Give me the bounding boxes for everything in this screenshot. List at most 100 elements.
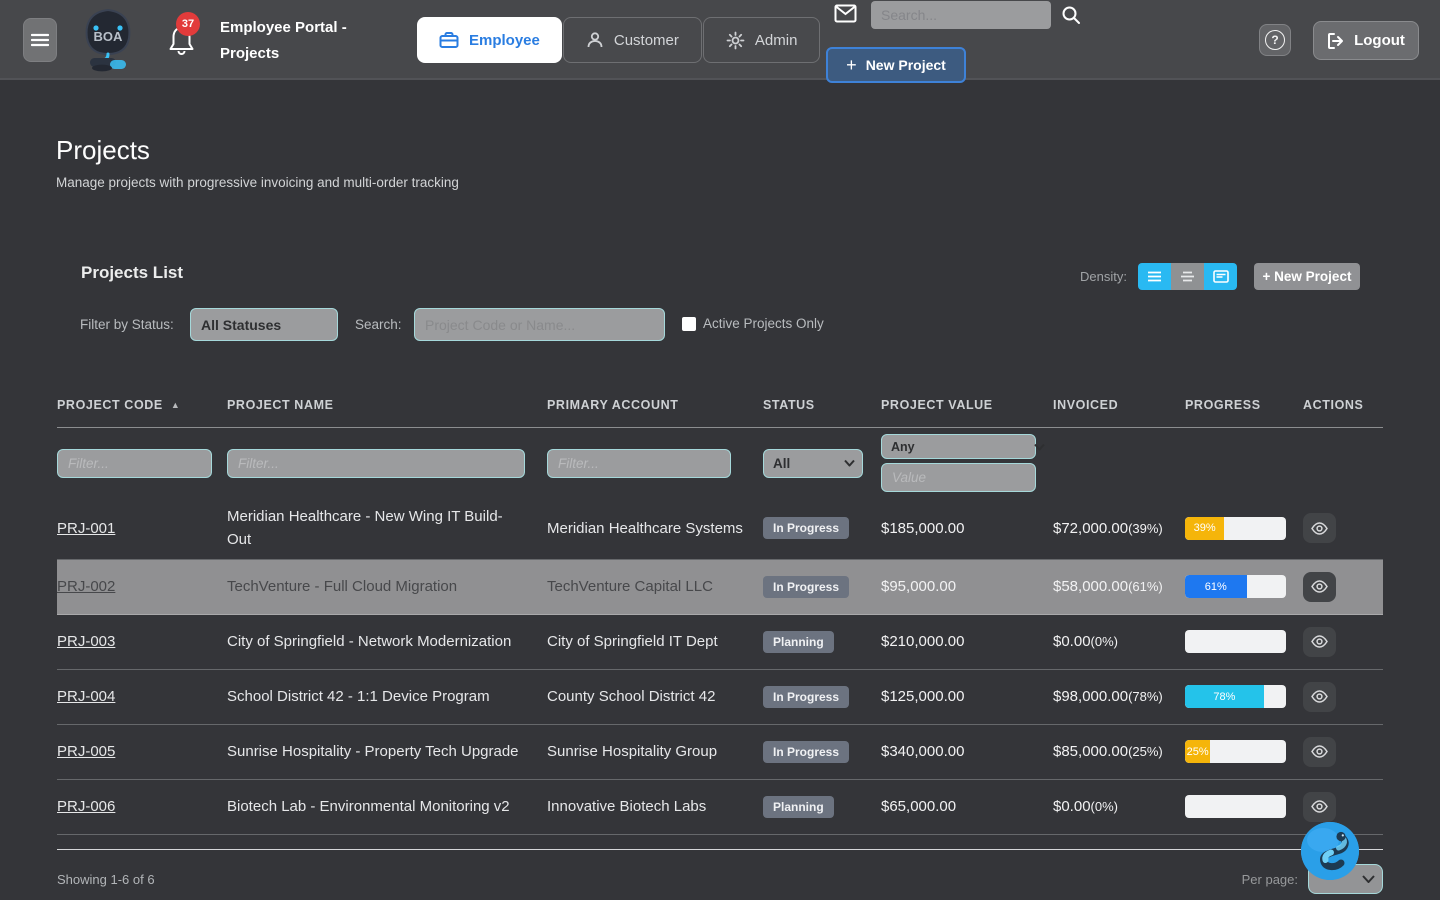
plus-icon: + xyxy=(846,55,857,76)
projects-list-title: Projects List xyxy=(81,263,183,283)
eye-icon xyxy=(1311,745,1328,758)
snake-fab-icon xyxy=(1301,822,1359,880)
briefcase-icon xyxy=(439,31,459,49)
notification-count-badge: 37 xyxy=(176,12,200,36)
table-row[interactable]: PRJ-001 Meridian Healthcare - New Wing I… xyxy=(57,498,1383,560)
global-search-input[interactable] xyxy=(871,1,1051,29)
project-value: $210,000.00 xyxy=(881,633,1053,650)
account-column-filter-input[interactable] xyxy=(547,449,731,478)
progress-bar: 61% xyxy=(1185,575,1286,598)
view-project-button[interactable] xyxy=(1303,682,1336,712)
project-code-link[interactable]: PRJ-005 xyxy=(57,743,115,760)
eye-icon xyxy=(1311,635,1328,648)
view-project-button[interactable] xyxy=(1303,792,1336,822)
density-label: Density: xyxy=(1080,269,1127,284)
project-code-link[interactable]: PRJ-002 xyxy=(57,578,115,595)
view-project-button[interactable] xyxy=(1303,572,1336,602)
column-header-project-code[interactable]: PROJECT CODE ▲ xyxy=(57,398,227,412)
primary-account: TechVenture Capital LLC xyxy=(547,575,763,598)
help-button[interactable]: ? xyxy=(1259,24,1291,56)
page-title: Projects xyxy=(56,135,150,166)
status-badge: In Progress xyxy=(763,686,849,708)
tab-customer[interactable]: Customer xyxy=(563,17,702,63)
project-name: Biotech Lab - Environmental Monitoring v… xyxy=(227,795,547,818)
tab-employee[interactable]: Employee xyxy=(417,17,562,63)
table-filter-row: All Any xyxy=(57,428,1383,498)
primary-account: Sunrise Hospitality Group xyxy=(547,740,763,763)
table-row[interactable]: PRJ-002 TechVenture - Full Cloud Migrati… xyxy=(57,560,1383,615)
status-column-filter-select[interactable]: All xyxy=(763,449,863,478)
project-code-link[interactable]: PRJ-003 xyxy=(57,633,115,650)
invoiced-value: $0.00(0%) xyxy=(1053,798,1185,815)
status-badge: Planning xyxy=(763,796,834,818)
project-search-input[interactable] xyxy=(414,308,665,341)
person-icon xyxy=(586,31,604,49)
column-header-invoiced[interactable]: INVOICED xyxy=(1053,398,1185,412)
new-project-label: New Project xyxy=(866,57,946,73)
projects-table: PROJECT CODE ▲ PROJECT NAME PRIMARY ACCO… xyxy=(57,398,1383,895)
mail-icon[interactable] xyxy=(834,4,857,23)
name-column-filter-input[interactable] xyxy=(227,449,525,478)
view-project-button[interactable] xyxy=(1303,737,1336,767)
logout-button[interactable]: Logout xyxy=(1313,21,1419,60)
per-page-label: Per page: xyxy=(1242,872,1298,887)
new-project-button-header[interactable]: + New Project xyxy=(826,47,966,83)
project-code-link[interactable]: PRJ-004 xyxy=(57,688,115,705)
column-header-actions: ACTIONS xyxy=(1303,398,1373,412)
primary-account: Innovative Biotech Labs xyxy=(547,795,763,818)
progress-bar xyxy=(1185,795,1286,818)
tab-admin[interactable]: Admin xyxy=(703,17,821,63)
primary-account: City of Springfield IT Dept xyxy=(547,630,763,653)
list-lines-icon xyxy=(1147,271,1162,282)
value-operator-select[interactable]: Any xyxy=(881,434,1036,459)
status-badge: In Progress xyxy=(763,576,849,598)
table-row[interactable]: PRJ-005 Sunrise Hospitality - Property T… xyxy=(57,725,1383,780)
svg-text:BOA: BOA xyxy=(94,29,124,44)
invoiced-value: $58,000.00(61%) xyxy=(1053,578,1185,595)
brand-logo: BOA xyxy=(80,8,136,72)
table-row[interactable]: PRJ-003 City of Springfield - Network Mo… xyxy=(57,615,1383,670)
project-value: $340,000.00 xyxy=(881,743,1053,760)
search-icon[interactable] xyxy=(1061,5,1081,25)
progress-bar: 25% xyxy=(1185,740,1286,763)
view-project-button[interactable] xyxy=(1303,513,1336,543)
project-code-link[interactable]: PRJ-001 xyxy=(57,520,115,537)
column-header-project-name[interactable]: PROJECT NAME xyxy=(227,398,547,412)
table-header-row: PROJECT CODE ▲ PROJECT NAME PRIMARY ACCO… xyxy=(57,398,1383,428)
new-project-button-list[interactable]: + New Project xyxy=(1254,263,1360,290)
project-code-link[interactable]: PRJ-006 xyxy=(57,798,115,815)
table-row[interactable]: PRJ-006 Biotech Lab - Environmental Moni… xyxy=(57,780,1383,835)
view-project-button[interactable] xyxy=(1303,627,1336,657)
column-header-primary-account[interactable]: PRIMARY ACCOUNT xyxy=(547,398,763,412)
density-compact-button[interactable] xyxy=(1138,263,1171,290)
code-column-filter-input[interactable] xyxy=(57,449,212,478)
invoiced-value: $85,000.00(25%) xyxy=(1053,743,1185,760)
filter-by-status-label: Filter by Status: xyxy=(80,317,174,332)
density-normal-button[interactable] xyxy=(1171,263,1204,290)
active-projects-checkbox[interactable] xyxy=(682,317,696,331)
invoiced-value: $98,000.00(78%) xyxy=(1053,688,1185,705)
column-header-project-value[interactable]: PROJECT VALUE xyxy=(881,398,1053,412)
tab-label: Employee xyxy=(469,32,540,49)
table-row[interactable]: PRJ-004 School District 42 - 1:1 Device … xyxy=(57,670,1383,725)
density-toggle-group xyxy=(1138,263,1237,290)
density-card-button[interactable] xyxy=(1204,263,1237,290)
project-value: $95,000.00 xyxy=(881,578,1053,595)
portal-tab-group: Employee Customer Admin xyxy=(417,17,820,63)
tab-label: Admin xyxy=(755,32,798,49)
hamburger-menu-button[interactable] xyxy=(23,18,57,62)
column-header-status[interactable]: STATUS xyxy=(763,398,881,412)
column-header-progress[interactable]: PROGRESS xyxy=(1185,398,1303,412)
eye-icon xyxy=(1311,690,1328,703)
project-name: Meridian Healthcare - New Wing IT Build-… xyxy=(227,505,547,552)
eye-icon xyxy=(1311,800,1328,813)
progress-bar-fill: 25% xyxy=(1185,740,1210,763)
showing-count-text: Showing 1-6 of 6 xyxy=(57,872,155,887)
page-subtitle: Manage projects with progressive invoici… xyxy=(56,175,459,190)
indent-lines-icon xyxy=(1180,271,1195,282)
value-filter-input[interactable] xyxy=(881,463,1036,492)
status-badge: In Progress xyxy=(763,517,849,539)
assistant-fab-button[interactable] xyxy=(1301,822,1359,880)
notifications-bell[interactable]: 37 xyxy=(168,24,202,60)
status-filter-select[interactable]: All Statuses xyxy=(190,308,338,341)
